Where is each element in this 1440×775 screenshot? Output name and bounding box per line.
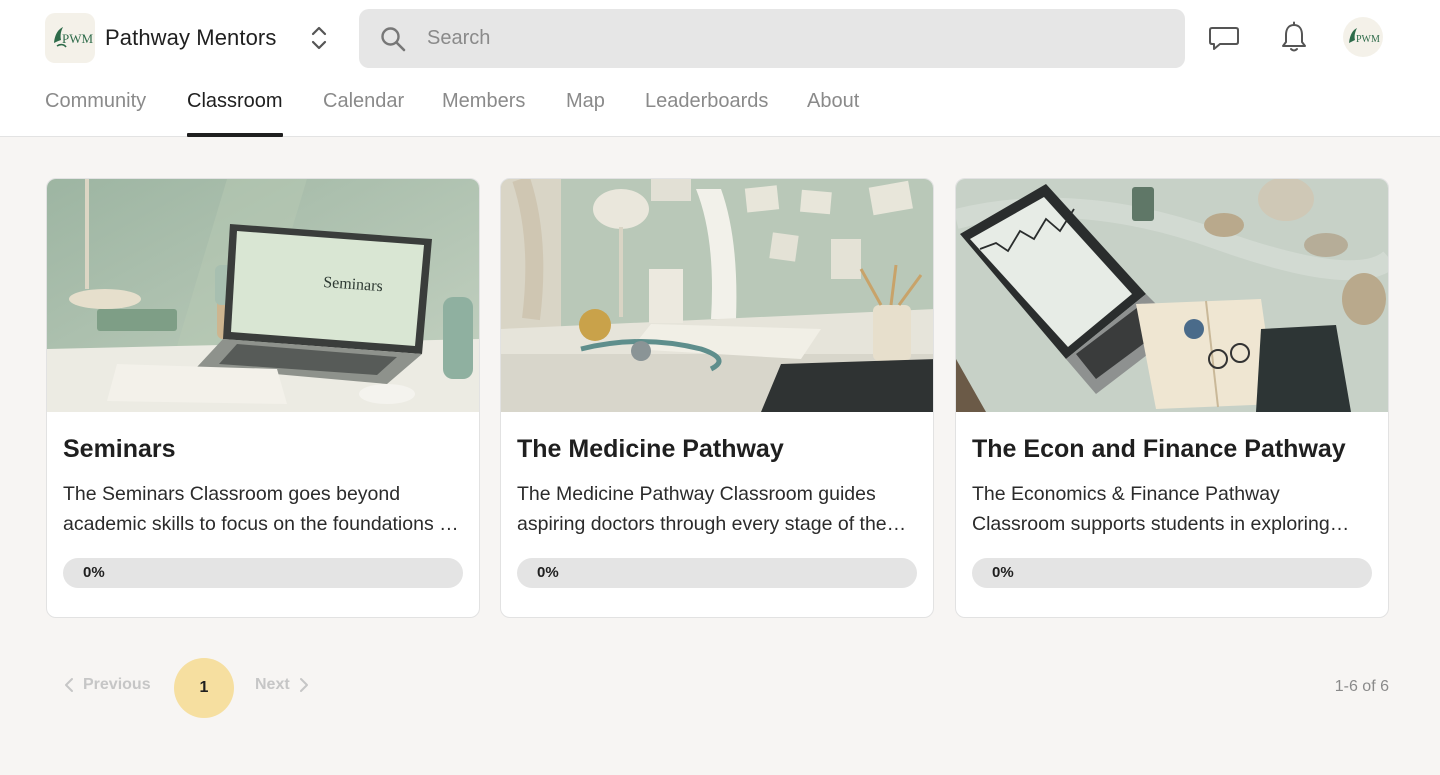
pwm-logo-icon: PWM (54, 27, 94, 48)
progress-bar: 0% (517, 558, 917, 588)
tab-members[interactable]: Members (442, 83, 525, 137)
next-button[interactable]: Next (255, 676, 310, 694)
course-thumbnail (956, 179, 1388, 412)
progress-label: 0% (992, 564, 1014, 581)
chevron-left-icon (65, 678, 73, 692)
progress-bar: 0% (972, 558, 1372, 588)
tab-classroom[interactable]: Classroom (187, 83, 283, 137)
svg-text:PWM: PWM (1356, 34, 1380, 45)
course-description: The Seminars Classroom goes beyond acade… (63, 483, 456, 535)
group-logo[interactable]: PWM (45, 13, 95, 63)
chat-button[interactable] (1206, 20, 1242, 56)
course-description: The Medicine Pathway Classroom guides as… (517, 483, 887, 535)
progress-label: 0% (537, 564, 559, 581)
course-card-medicine[interactable]: The Medicine Pathway The Medicine Pathwa… (500, 178, 934, 618)
progress-label: 0% (83, 564, 105, 581)
search-icon (381, 27, 406, 52)
previous-label: Previous (83, 676, 151, 693)
tab-leaderboards[interactable]: Leaderboards (645, 83, 768, 137)
page-number-button[interactable]: 1 (174, 658, 234, 718)
course-title: The Econ and Finance Pathway (972, 435, 1346, 463)
group-name[interactable]: Pathway Mentors (105, 25, 276, 51)
search-bar[interactable] (359, 9, 1185, 68)
results-count: 1-6 of 6 (1334, 678, 1389, 695)
svg-text:PWM: PWM (62, 31, 94, 46)
group-switcher-button[interactable] (305, 22, 333, 54)
top-header: PWM Pathway Mentors PWM Co (0, 0, 1440, 137)
progress-bar: 0% (63, 558, 463, 588)
chat-icon (1209, 27, 1239, 50)
course-title: The Medicine Pathway (517, 435, 784, 463)
chevron-up-down-icon (311, 26, 327, 50)
course-thumbnail (501, 179, 933, 412)
chevron-right-icon (299, 678, 308, 692)
notifications-button[interactable] (1276, 20, 1312, 56)
tab-calendar[interactable]: Calendar (323, 83, 404, 137)
next-label: Next (255, 676, 290, 693)
tab-about[interactable]: About (807, 83, 859, 137)
previous-button[interactable]: Previous (63, 676, 151, 694)
tab-map[interactable]: Map (566, 83, 605, 137)
course-title: Seminars (63, 435, 176, 463)
search-input[interactable] (427, 9, 1167, 68)
course-thumbnail: Seminars (47, 179, 479, 412)
avatar[interactable]: PWM (1343, 17, 1383, 57)
bell-icon (1282, 21, 1306, 52)
course-description: The Economics & Finance Pathway Classroo… (972, 483, 1330, 535)
pagination: Previous 1 Next 1-6 of 6 (0, 658, 1440, 718)
tab-community[interactable]: Community (45, 83, 146, 137)
course-card-seminars[interactable]: Seminars Seminars The Seminars Classroom… (46, 178, 480, 618)
pwm-logo-icon: PWM (1349, 28, 1380, 45)
course-card-econ-finance[interactable]: The Econ and Finance Pathway The Economi… (955, 178, 1389, 618)
